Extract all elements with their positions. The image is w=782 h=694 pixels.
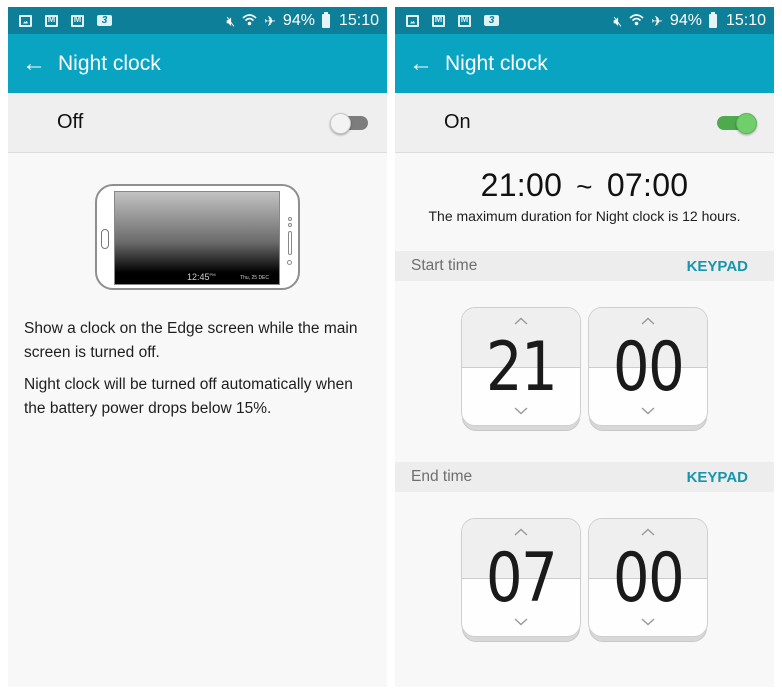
chevron-up-icon[interactable] — [462, 314, 580, 327]
gmail-icon — [432, 14, 445, 27]
switch-knob — [736, 113, 757, 134]
left-screen: 3 🔇︎ ✈︎ 94% 15:10 ← Night clock Off 12:4… — [8, 7, 387, 687]
start-hour-value: 21 — [485, 328, 558, 407]
home-button-shape — [101, 229, 109, 249]
start-minute-value: 00 — [612, 328, 685, 407]
end-time-header: End time KEYPAD — [395, 462, 774, 492]
description-paragraph: Show a clock on the Edge screen while th… — [24, 320, 358, 361]
gmail-icon — [71, 14, 84, 27]
end-minute-picker[interactable]: 00 — [588, 518, 708, 642]
3g-icon: 3 — [97, 15, 112, 26]
start-time-header: Start time KEYPAD — [395, 251, 774, 281]
gallery-icon — [19, 14, 32, 27]
chevron-down-icon[interactable] — [462, 404, 580, 417]
page-title: Night clock — [58, 51, 161, 75]
gmail-icon — [45, 14, 58, 27]
end-keypad-button[interactable]: KEYPAD — [687, 469, 748, 486]
start-time-label: Start time — [411, 257, 478, 274]
battery-icon — [321, 11, 330, 28]
description-paragraph: Night clock will be turned off automatic… — [24, 376, 353, 417]
battery-percent: 94% — [282, 11, 315, 29]
switch-label: Off — [57, 111, 84, 133]
chevron-up-icon[interactable] — [462, 525, 580, 538]
chevron-down-icon[interactable] — [589, 615, 707, 628]
clock: 15:10 — [725, 11, 766, 29]
app-bar: ← Night clock — [8, 34, 387, 93]
end-minute-value: 00 — [612, 539, 685, 618]
right-screen: 3 🔇︎ ✈︎ 94% 15:10 ← Night clock On 21:00… — [395, 7, 774, 687]
back-arrow-icon[interactable]: ← — [395, 51, 445, 76]
camera-dot — [287, 260, 292, 265]
night-clock-switch[interactable] — [717, 113, 757, 134]
switch-label: On — [444, 111, 471, 133]
wifi-icon — [629, 13, 644, 28]
range-start: 21:00 — [480, 167, 563, 203]
description: Show a clock on the Edge screen while th… — [24, 317, 374, 421]
page-title: Night clock — [445, 51, 548, 75]
phone-outline: 12:45PM Thu, 25 DEC — [95, 184, 300, 290]
3g-icon: 3 — [484, 15, 499, 26]
back-arrow-icon[interactable]: ← — [8, 51, 58, 76]
end-hour-value: 07 — [485, 539, 558, 618]
battery-icon — [708, 11, 717, 28]
end-time-label: End time — [411, 468, 473, 485]
duration-note: The maximum duration for Night clock is … — [428, 208, 741, 224]
phone-screen: 12:45PM Thu, 25 DEC — [114, 191, 280, 285]
illustration-time: 12:45PM — [187, 272, 216, 282]
status-bar: 3 🔇︎ ✈︎ 94% 15:10 — [8, 7, 387, 34]
time-range: 21:00 ~07:00 — [395, 167, 774, 204]
speaker-slot — [288, 231, 292, 255]
start-hour-picker[interactable]: 21 — [461, 307, 581, 431]
gallery-icon — [406, 14, 419, 27]
chevron-up-icon[interactable] — [589, 525, 707, 538]
master-switch-row[interactable]: Off — [8, 93, 387, 153]
end-hour-picker[interactable]: 07 — [461, 518, 581, 642]
night-clock-switch[interactable] — [330, 113, 370, 134]
start-time-picker: 21 00 — [395, 307, 774, 431]
start-minute-picker[interactable]: 00 — [588, 307, 708, 431]
battery-percent: 94% — [669, 11, 702, 29]
illustration-date: Thu, 25 DEC — [240, 275, 269, 281]
master-switch-row[interactable]: On — [395, 93, 774, 153]
clock: 15:10 — [338, 11, 379, 29]
start-keypad-button[interactable]: KEYPAD — [687, 258, 748, 275]
chevron-up-icon[interactable] — [589, 314, 707, 327]
app-bar: ← Night clock — [395, 34, 774, 93]
mute-icon: 🔇︎ — [613, 12, 623, 29]
range-separator: ~ — [576, 171, 593, 202]
airplane-icon: ✈︎ — [264, 12, 276, 29]
end-time-picker: 07 00 — [395, 518, 774, 642]
switch-knob — [330, 113, 351, 134]
edge-screen-illustration: 12:45PM Thu, 25 DEC — [95, 184, 300, 290]
range-end: 07:00 — [606, 167, 689, 203]
mute-icon: 🔇︎ — [226, 12, 236, 29]
gmail-icon — [458, 14, 471, 27]
chevron-down-icon[interactable] — [462, 615, 580, 628]
airplane-icon: ✈︎ — [651, 12, 663, 29]
sensor-dot — [288, 217, 292, 221]
sensor-dot — [288, 223, 292, 227]
status-bar: 3 🔇︎ ✈︎ 94% 15:10 — [395, 7, 774, 34]
chevron-down-icon[interactable] — [589, 404, 707, 417]
wifi-icon — [242, 13, 257, 28]
